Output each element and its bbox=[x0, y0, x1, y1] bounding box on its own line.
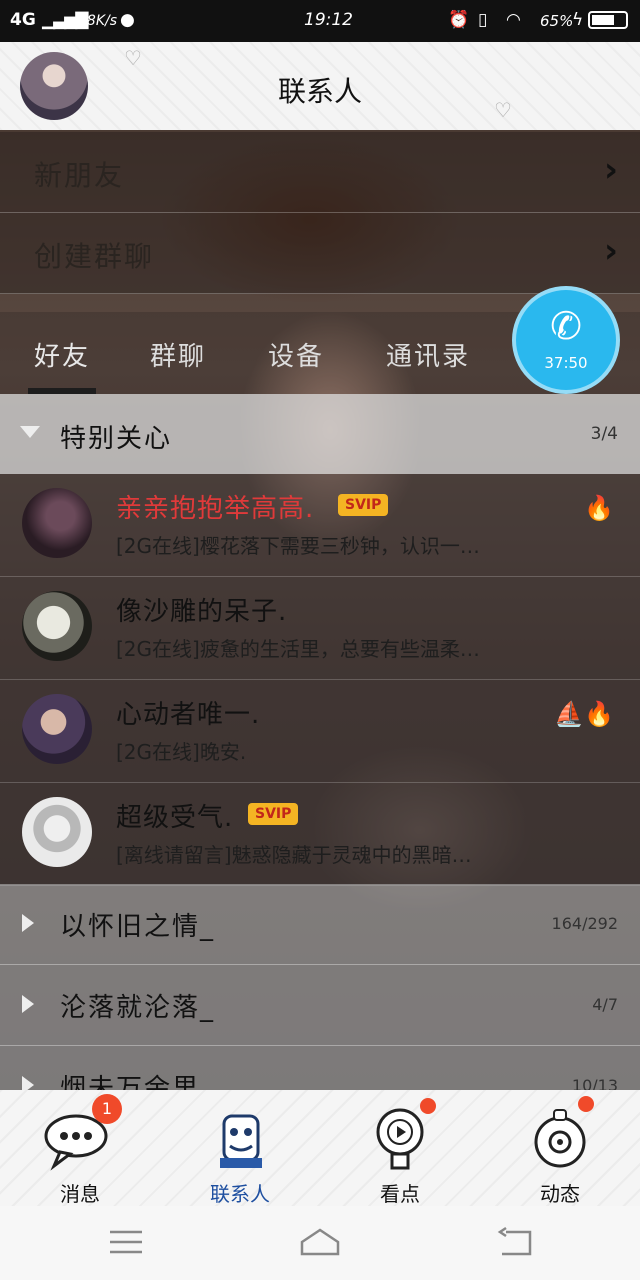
ongoing-call-button[interactable]: ✆ 37:50 bbox=[512, 286, 620, 394]
group-name: 沦落就沦落_ bbox=[60, 993, 216, 1023]
notification-dot bbox=[578, 1096, 594, 1112]
create-group-label: 创建群聊 bbox=[34, 240, 155, 273]
clock: 19:12 bbox=[304, 10, 353, 30]
contact-status: [2G在线]樱花落下需要三秒钟，认识一… bbox=[116, 534, 480, 558]
battery-icon bbox=[588, 11, 628, 29]
app-header: ♡ ♡ 联系人 bbox=[0, 42, 640, 130]
contact-status: [离线请留言]魅惑隐藏于灵魂中的黑暗… bbox=[116, 843, 472, 867]
compass-icon bbox=[534, 1109, 586, 1168]
vibrate-icon: ▯ bbox=[478, 10, 488, 30]
group-count: 164/292 bbox=[551, 914, 618, 933]
wifi-icon: ◠ bbox=[506, 10, 521, 30]
notification-dot bbox=[420, 1098, 436, 1114]
contacts-character-icon bbox=[220, 1114, 262, 1168]
bottom-tab-bar: 1 消息 联系人 看点 动态 bbox=[0, 1090, 640, 1206]
status-bar: 4G ▁▃▅▇ 18K/s ● 19:12 ⏰ ▯ ◠ 65% ϟ bbox=[0, 0, 640, 42]
create-group-row[interactable]: 创建群聊 › bbox=[0, 213, 640, 294]
chevron-right-icon: › bbox=[603, 150, 618, 190]
group-count: 4/7 bbox=[592, 995, 618, 1014]
new-friends-label: 新朋友 bbox=[34, 159, 125, 192]
tab-watch[interactable]: 看点 bbox=[320, 1090, 480, 1206]
group-name: 特别关心 bbox=[60, 424, 173, 454]
group-header[interactable]: 沦落就沦落_ 4/7 bbox=[0, 965, 640, 1046]
contact-row[interactable]: 心动者唯一. [2G在线]晚安. ⛵🔥 bbox=[0, 680, 640, 783]
phone-icon: ✆ bbox=[550, 304, 582, 348]
system-nav-bar bbox=[0, 1206, 640, 1280]
call-duration: 37:50 bbox=[544, 354, 588, 372]
contact-name: 像沙雕的呆子. bbox=[116, 597, 288, 627]
svip-badge: SVIP bbox=[338, 494, 389, 516]
contact-row[interactable]: 亲亲抱抱举高高. SVIP [2G在线]樱花落下需要三秒钟，认识一… 🔥 bbox=[0, 474, 640, 577]
group-count: 3/4 bbox=[590, 424, 618, 444]
contact-avatar[interactable] bbox=[22, 488, 92, 558]
tab-contacts[interactable]: 联系人 bbox=[160, 1090, 320, 1206]
contact-name: 亲亲抱抱举高高. bbox=[116, 494, 315, 524]
contact-row[interactable]: 像沙雕的呆子. [2G在线]疲惫的生活里，总要有些温柔… bbox=[0, 577, 640, 680]
back-icon[interactable] bbox=[496, 1224, 536, 1260]
group-header[interactable]: 以怀旧之情_ 164/292 bbox=[0, 884, 640, 965]
new-friends-row[interactable]: 新朋友 › bbox=[0, 132, 640, 213]
svip-badge: SVIP bbox=[248, 803, 299, 825]
contact-row[interactable]: 超级受气. SVIP [离线请留言]魅惑隐藏于灵魂中的黑暗… bbox=[0, 783, 640, 886]
page-title: 联系人 bbox=[277, 75, 362, 108]
battery-percent: 65% bbox=[540, 12, 574, 30]
group-header-special[interactable]: 特别关心 3/4 bbox=[0, 394, 640, 474]
network-indicator: 4G bbox=[10, 10, 36, 30]
qq-penguin-icon: ● bbox=[120, 10, 135, 30]
contact-status: [2G在线]晚安. bbox=[116, 740, 247, 764]
unread-badge: 1 bbox=[92, 1094, 122, 1124]
contact-name: 心动者唯一. bbox=[116, 700, 261, 730]
tab-messages[interactable]: 1 消息 bbox=[0, 1090, 160, 1206]
contact-avatar[interactable] bbox=[22, 591, 92, 661]
menu-icon[interactable] bbox=[106, 1224, 146, 1260]
tab-label: 联系人 bbox=[210, 1182, 270, 1206]
tab-address-book[interactable]: 通讯录 bbox=[386, 336, 470, 373]
collapse-triangle-icon bbox=[22, 914, 34, 932]
tab-label: 看点 bbox=[380, 1182, 420, 1206]
contact-status: [2G在线]疲惫的生活里，总要有些温柔… bbox=[116, 637, 480, 661]
group-name: 以怀旧之情_ bbox=[60, 912, 216, 942]
fire-icon: 🔥 bbox=[584, 494, 614, 522]
contact-name: 超级受气. bbox=[116, 803, 234, 833]
alarm-icon: ⏰ bbox=[448, 10, 470, 30]
contact-avatar[interactable] bbox=[22, 694, 92, 764]
expand-triangle-icon bbox=[20, 426, 40, 438]
play-lamp-icon bbox=[376, 1108, 424, 1170]
tab-moments[interactable]: 动态 bbox=[480, 1090, 640, 1206]
heart-decoration-icon: ♡ bbox=[124, 46, 142, 70]
tab-groups[interactable]: 群聊 bbox=[150, 336, 206, 373]
net-speed: 18K/s bbox=[78, 13, 118, 29]
charging-icon: ϟ bbox=[572, 10, 584, 30]
tab-friends[interactable]: 好友 bbox=[34, 336, 90, 373]
tab-label: 消息 bbox=[60, 1182, 100, 1206]
home-icon[interactable] bbox=[298, 1224, 342, 1260]
chevron-right-icon: › bbox=[603, 231, 618, 271]
tab-devices[interactable]: 设备 bbox=[268, 336, 324, 373]
tab-label: 动态 bbox=[540, 1182, 580, 1206]
collapse-triangle-icon bbox=[22, 995, 34, 1013]
contact-avatar[interactable] bbox=[22, 797, 92, 867]
sailboat-fire-icon: ⛵🔥 bbox=[554, 700, 614, 728]
